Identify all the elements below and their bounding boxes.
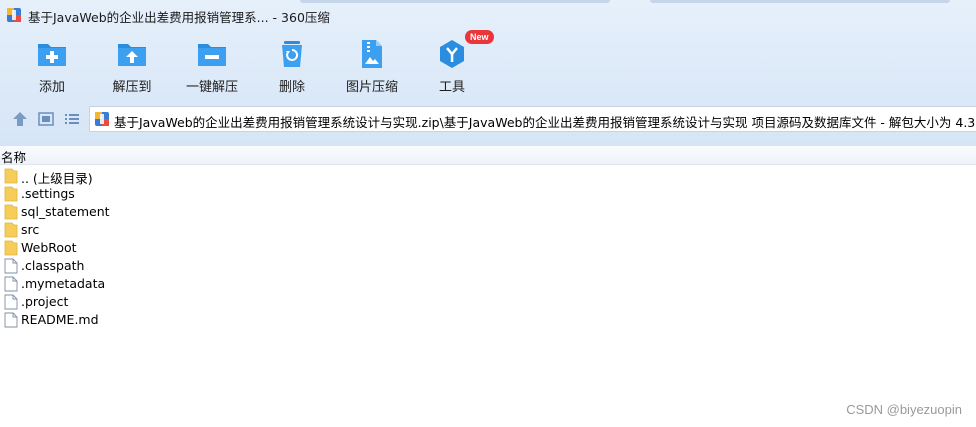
- navigation-bar: 基于JavaWeb的企业出差费用报销管理系统设计与实现.zip\基于JavaWe…: [0, 106, 976, 132]
- list-item[interactable]: .. (上级目录): [0, 167, 400, 186]
- folder-icon: [4, 168, 18, 184]
- list-item[interactable]: sql_statement: [0, 203, 400, 221]
- address-path: 基于JavaWeb的企业出差费用报销管理系统设计与实现.zip\基于JavaWe…: [114, 115, 976, 130]
- address-bar[interactable]: 基于JavaWeb的企业出差费用报销管理系统设计与实现.zip\基于JavaWe…: [89, 106, 976, 132]
- extract-to-icon: [118, 44, 146, 66]
- list-item[interactable]: .classpath: [0, 257, 400, 275]
- folder-icon: [4, 186, 18, 202]
- thumbnail-view-icon[interactable]: [37, 110, 55, 128]
- file-icon: [4, 276, 18, 292]
- up-arrow-icon[interactable]: [11, 110, 29, 128]
- add-button[interactable]: 添加: [12, 36, 92, 95]
- file-icon: [4, 312, 18, 328]
- one-click-extract-button[interactable]: 一键解压: [172, 36, 252, 95]
- folder-icon: [4, 222, 18, 238]
- watermark: CSDN @biyezuopin: [846, 402, 962, 417]
- title-bar: 基于JavaWeb的企业出差费用报销管理系... - 360压缩: [0, 0, 976, 30]
- zip-archive-icon: [95, 112, 109, 126]
- list-item[interactable]: .project: [0, 293, 400, 311]
- file-icon: [4, 258, 18, 274]
- tab-strip-hint: [650, 0, 950, 3]
- tools-icon: [440, 40, 464, 68]
- window-title: 基于JavaWeb的企业出差费用报销管理系... - 360压缩: [28, 10, 330, 25]
- toolbar: 添加 解压到 一键解压 删除 图片压缩 New 工具: [0, 30, 976, 95]
- app-logo-icon: [7, 8, 21, 22]
- one-click-extract-icon: [198, 44, 226, 66]
- new-badge: New: [465, 30, 494, 44]
- add-archive-icon: [38, 44, 66, 66]
- list-item[interactable]: .settings: [0, 185, 400, 203]
- list-item[interactable]: WebRoot: [0, 239, 400, 257]
- list-item[interactable]: README.md: [0, 311, 400, 329]
- delete-button[interactable]: 删除: [252, 36, 332, 95]
- extract-to-button[interactable]: 解压到: [92, 36, 172, 95]
- list-item[interactable]: .mymetadata: [0, 275, 400, 293]
- list-item[interactable]: src: [0, 221, 400, 239]
- list-view-icon[interactable]: [63, 110, 81, 128]
- column-header-name[interactable]: 名称: [0, 146, 976, 165]
- folder-icon: [4, 240, 18, 256]
- image-compress-icon: [362, 40, 382, 68]
- tab-strip-hint: [300, 0, 610, 3]
- folder-icon: [4, 204, 18, 220]
- file-icon: [4, 294, 18, 310]
- trash-icon: [282, 41, 302, 67]
- image-compress-button[interactable]: 图片压缩: [332, 36, 412, 95]
- tools-button[interactable]: New 工具: [412, 30, 494, 95]
